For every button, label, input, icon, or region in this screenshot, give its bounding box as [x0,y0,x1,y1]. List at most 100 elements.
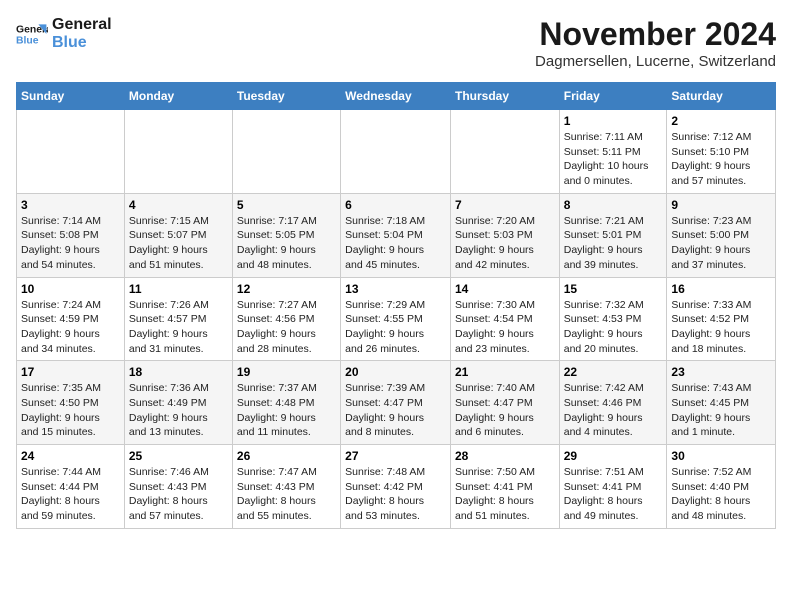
day-cell: 11 Sunrise: 7:26 AM Sunset: 4:57 PM Dayli… [124,277,232,361]
day-info: Sunrise: 7:51 AM Sunset: 4:41 PM Dayligh… [564,465,663,524]
day-number: 28 [455,449,555,463]
day-info: Sunrise: 7:12 AM Sunset: 5:10 PM Dayligh… [671,130,771,189]
day-number: 7 [455,198,555,212]
day-number: 12 [237,282,336,296]
day-number: 1 [564,114,663,128]
day-number: 15 [564,282,663,296]
day-cell: 3Sunrise: 7:14 AM Sunset: 5:08 PM Daylig… [17,193,125,277]
day-info: Sunrise: 7:33 AM Sunset: 4:52 PM Dayligh… [671,298,771,357]
day-info: Sunrise: 7:20 AM Sunset: 5:03 PM Dayligh… [455,214,555,273]
week-row-1: 3Sunrise: 7:14 AM Sunset: 5:08 PM Daylig… [17,193,776,277]
day-info: Sunrise: 7:43 AM Sunset: 4:45 PM Dayligh… [671,381,771,440]
month-title: November 2024 [535,16,776,53]
day-number: 26 [237,449,336,463]
day-number: 3 [21,198,120,212]
day-number: 19 [237,365,336,379]
day-number: 18 [129,365,228,379]
day-number: 4 [129,198,228,212]
day-number: 17 [21,365,120,379]
day-info: Sunrise: 7:27 AM Sunset: 4:56 PM Dayligh… [237,298,336,357]
day-info: Sunrise: 7:26 AM Sunset: 4:57 PM Dayligh… [129,298,228,357]
day-info: Sunrise: 7:23 AM Sunset: 5:00 PM Dayligh… [671,214,771,273]
header-cell-saturday: Saturday [667,83,776,110]
day-number: 14 [455,282,555,296]
header: General Blue General Blue November 2024 … [16,16,776,70]
day-number: 25 [129,449,228,463]
day-info: Sunrise: 7:18 AM Sunset: 5:04 PM Dayligh… [345,214,446,273]
day-cell: 18 Sunrise: 7:36 AM Sunset: 4:49 PM Dayli… [124,361,232,445]
day-cell: 25Sunrise: 7:46 AM Sunset: 4:43 PM Dayli… [124,445,232,529]
day-info: Sunrise: 7:32 AM Sunset: 4:53 PM Dayligh… [564,298,663,357]
location-title: Dagmersellen, Lucerne, Switzerland [535,53,776,70]
day-info: Sunrise: 7:48 AM Sunset: 4:42 PM Dayligh… [345,465,446,524]
logo-text: General Blue [52,16,112,51]
header-cell-tuesday: Tuesday [232,83,340,110]
header-row: SundayMondayTuesdayWednesdayThursdayFrid… [17,83,776,110]
day-cell: 16 Sunrise: 7:33 AM Sunset: 4:52 PM Dayli… [667,277,776,361]
day-info: Sunrise: 7:39 AM Sunset: 4:47 PM Dayligh… [345,381,446,440]
day-cell: 20 Sunrise: 7:39 AM Sunset: 4:47 PM Dayli… [341,361,451,445]
day-info: Sunrise: 7:15 AM Sunset: 5:07 PM Dayligh… [129,214,228,273]
day-info: Sunrise: 7:24 AM Sunset: 4:59 PM Dayligh… [21,298,120,357]
day-number: 30 [671,449,771,463]
day-cell: 24 Sunrise: 7:44 AM Sunset: 4:44 PM Dayli… [17,445,125,529]
day-cell [232,110,340,194]
week-row-4: 24 Sunrise: 7:44 AM Sunset: 4:44 PM Dayli… [17,445,776,529]
day-info: Sunrise: 7:37 AM Sunset: 4:48 PM Dayligh… [237,381,336,440]
day-info: Sunrise: 7:17 AM Sunset: 5:05 PM Dayligh… [237,214,336,273]
day-cell: 6Sunrise: 7:18 AM Sunset: 5:04 PM Daylig… [341,193,451,277]
header-cell-monday: Monday [124,83,232,110]
day-number: 2 [671,114,771,128]
day-info: Sunrise: 7:29 AM Sunset: 4:55 PM Dayligh… [345,298,446,357]
day-cell: 29Sunrise: 7:51 AM Sunset: 4:41 PM Dayli… [559,445,667,529]
day-cell [17,110,125,194]
day-number: 20 [345,365,446,379]
day-number: 9 [671,198,771,212]
day-cell: 14Sunrise: 7:30 AM Sunset: 4:54 PM Dayli… [450,277,559,361]
svg-text:Blue: Blue [16,35,39,46]
day-cell: 12 Sunrise: 7:27 AM Sunset: 4:56 PM Dayli… [232,277,340,361]
day-info: Sunrise: 7:47 AM Sunset: 4:43 PM Dayligh… [237,465,336,524]
header-cell-wednesday: Wednesday [341,83,451,110]
day-cell: 8 Sunrise: 7:21 AM Sunset: 5:01 PM Daylig… [559,193,667,277]
day-info: Sunrise: 7:52 AM Sunset: 4:40 PM Dayligh… [671,465,771,524]
day-number: 23 [671,365,771,379]
day-cell: 5Sunrise: 7:17 AM Sunset: 5:05 PM Daylig… [232,193,340,277]
day-number: 8 [564,198,663,212]
day-cell: 22 Sunrise: 7:42 AM Sunset: 4:46 PM Dayli… [559,361,667,445]
day-cell: 10 Sunrise: 7:24 AM Sunset: 4:59 PM Dayli… [17,277,125,361]
week-row-0: 1Sunrise: 7:11 AM Sunset: 5:11 PM Daylig… [17,110,776,194]
day-cell [341,110,451,194]
day-cell: 30 Sunrise: 7:52 AM Sunset: 4:40 PM Dayli… [667,445,776,529]
week-row-2: 10 Sunrise: 7:24 AM Sunset: 4:59 PM Dayli… [17,277,776,361]
day-cell: 23 Sunrise: 7:43 AM Sunset: 4:45 PM Dayli… [667,361,776,445]
day-cell: 2 Sunrise: 7:12 AM Sunset: 5:10 PM Daylig… [667,110,776,194]
day-cell: 26 Sunrise: 7:47 AM Sunset: 4:43 PM Dayli… [232,445,340,529]
day-cell: 27Sunrise: 7:48 AM Sunset: 4:42 PM Dayli… [341,445,451,529]
day-number: 11 [129,282,228,296]
day-info: Sunrise: 7:36 AM Sunset: 4:49 PM Dayligh… [129,381,228,440]
title-area: November 2024 Dagmersellen, Lucerne, Swi… [535,16,776,70]
header-cell-thursday: Thursday [450,83,559,110]
day-number: 22 [564,365,663,379]
day-info: Sunrise: 7:44 AM Sunset: 4:44 PM Dayligh… [21,465,120,524]
day-info: Sunrise: 7:21 AM Sunset: 5:01 PM Dayligh… [564,214,663,273]
day-number: 21 [455,365,555,379]
day-number: 10 [21,282,120,296]
day-number: 24 [21,449,120,463]
day-cell: 13 Sunrise: 7:29 AM Sunset: 4:55 PM Dayli… [341,277,451,361]
day-number: 16 [671,282,771,296]
day-info: Sunrise: 7:40 AM Sunset: 4:47 PM Dayligh… [455,381,555,440]
day-number: 13 [345,282,446,296]
day-info: Sunrise: 7:35 AM Sunset: 4:50 PM Dayligh… [21,381,120,440]
day-cell: 28Sunrise: 7:50 AM Sunset: 4:41 PM Dayli… [450,445,559,529]
logo: General Blue General Blue [16,16,112,51]
calendar-table: SundayMondayTuesdayWednesdayThursdayFrid… [16,82,776,529]
day-cell: 4 Sunrise: 7:15 AM Sunset: 5:07 PM Daylig… [124,193,232,277]
week-row-3: 17 Sunrise: 7:35 AM Sunset: 4:50 PM Dayli… [17,361,776,445]
day-cell [124,110,232,194]
day-cell: 1Sunrise: 7:11 AM Sunset: 5:11 PM Daylig… [559,110,667,194]
day-info: Sunrise: 7:42 AM Sunset: 4:46 PM Dayligh… [564,381,663,440]
day-cell: 15 Sunrise: 7:32 AM Sunset: 4:53 PM Dayli… [559,277,667,361]
day-cell: 9 Sunrise: 7:23 AM Sunset: 5:00 PM Daylig… [667,193,776,277]
